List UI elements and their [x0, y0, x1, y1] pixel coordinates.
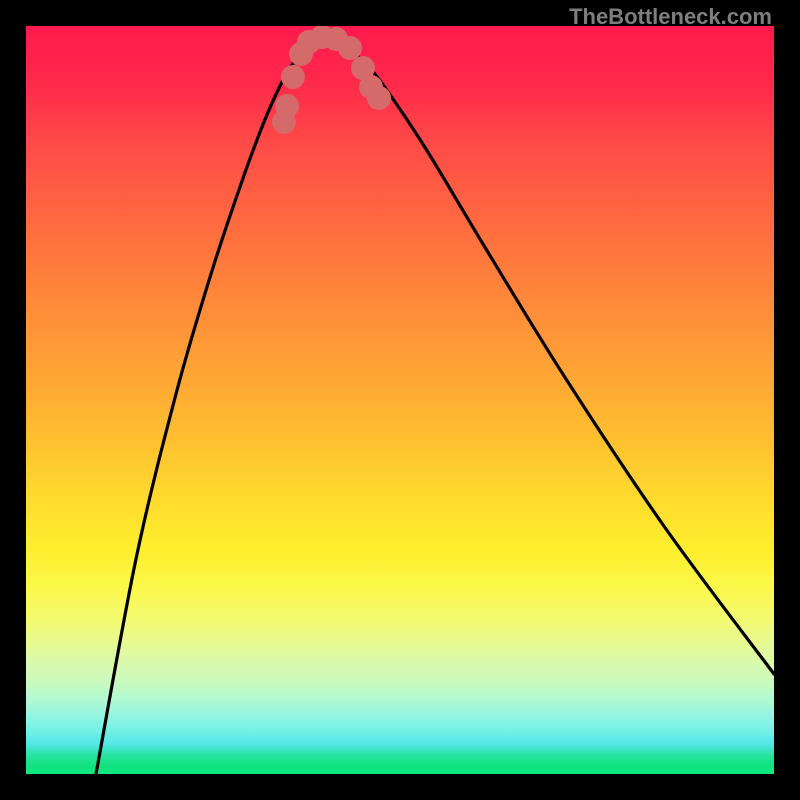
watermark-text: TheBottleneck.com: [569, 4, 772, 30]
chart-svg: [26, 26, 774, 774]
highlight-dot: [275, 94, 299, 118]
bottleneck-curve: [96, 37, 774, 774]
highlight-dot: [338, 36, 362, 60]
highlight-dots-group: [272, 26, 391, 134]
chart-frame: [26, 26, 774, 774]
highlight-dot: [367, 86, 391, 110]
highlight-dot: [281, 65, 305, 89]
